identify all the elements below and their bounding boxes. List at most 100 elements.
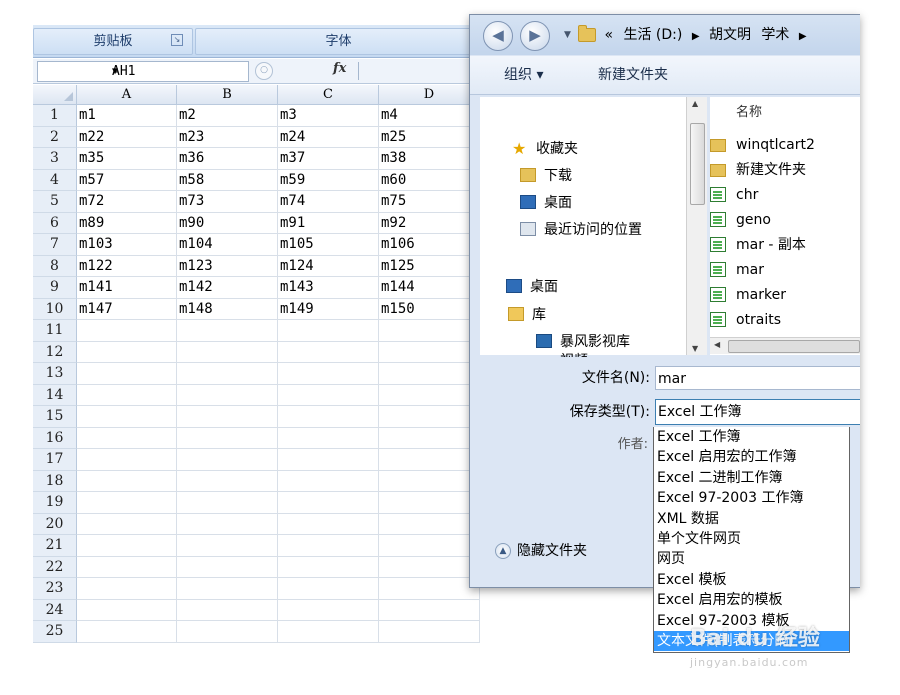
forward-button[interactable]: ▶ [520,21,550,51]
cell[interactable] [278,492,379,514]
select-all-button[interactable] [33,85,77,105]
cell[interactable]: m148 [177,298,278,320]
cell[interactable] [177,621,278,643]
cell[interactable]: m124 [278,255,379,277]
cell[interactable] [177,513,278,535]
file-list-item[interactable]: mar - 副本 [710,233,806,257]
cell[interactable] [177,363,278,385]
cell[interactable]: m4 [379,105,480,127]
navigation-pane[interactable]: ★ 收藏夹 下载 桌面 最近访问的位置 桌面 库 暴风影视库 视频 [480,97,690,357]
row-header[interactable]: 4 [33,169,77,191]
cell[interactable]: m89 [77,212,177,234]
cell[interactable] [278,427,379,449]
row-header[interactable]: 20 [33,513,77,535]
row-header[interactable]: 11 [33,320,77,342]
cell[interactable] [77,406,177,428]
cell[interactable]: m59 [278,169,379,191]
save-type-option[interactable]: XML 数据 [654,509,849,529]
cell[interactable]: m2 [177,105,278,127]
cell[interactable]: m73 [177,191,278,213]
cell[interactable]: m92 [379,212,480,234]
row-header[interactable]: 25 [33,621,77,643]
chevron-down-icon[interactable]: ▼ [564,30,571,40]
row-header[interactable]: 16 [33,427,77,449]
cell[interactable] [77,492,177,514]
nav-item-downloads[interactable]: 下载 [520,164,572,188]
cell[interactable] [278,363,379,385]
dialog-launcher-icon[interactable]: ↘ [171,34,183,46]
cell[interactable] [278,599,379,621]
nav-item-desktop[interactable]: 桌面 [506,275,558,299]
cell[interactable]: m141 [77,277,177,299]
cell[interactable]: m90 [177,212,278,234]
row-header[interactable]: 22 [33,556,77,578]
cell[interactable] [379,341,480,363]
cell[interactable] [379,320,480,342]
save-type-option[interactable]: Excel 模板 [654,570,849,590]
save-type-option[interactable]: 网页 [654,549,849,569]
nav-item-video[interactable]: 视频 [560,349,588,357]
save-type-option[interactable]: Excel 工作簿 [654,427,849,447]
row-header[interactable]: 15 [33,406,77,428]
file-list[interactable]: 名称 winqtlcart2 新建文件夹 chr geno mar - 副本 mar mar… [710,97,860,355]
cell[interactable] [77,513,177,535]
row-header[interactable]: 14 [33,384,77,406]
clipboard-group[interactable]: 剪贴板 [33,28,193,55]
cell[interactable] [177,535,278,557]
breadcrumb[interactable]: « 生活 (D:) ▶ 胡文明 学术 ▶ [578,21,860,49]
cell[interactable]: m35 [77,148,177,170]
name-box[interactable]: AH1 ▼ [37,61,249,82]
cell[interactable]: m91 [278,212,379,234]
cell[interactable] [278,578,379,600]
scroll-down-icon[interactable]: ▼ [692,344,698,353]
row-header[interactable]: 19 [33,492,77,514]
row-header[interactable]: 8 [33,255,77,277]
cell[interactable]: m104 [177,234,278,256]
cell[interactable] [177,320,278,342]
cell[interactable] [379,406,480,428]
cell[interactable] [278,384,379,406]
cell[interactable] [77,363,177,385]
breadcrumb-folder-2[interactable]: 学术 [761,27,789,43]
cell[interactable] [379,556,480,578]
file-list-item[interactable]: chr [710,183,758,207]
font-group[interactable]: 字体 [195,28,480,55]
cell[interactable]: m57 [77,169,177,191]
row-header[interactable]: 24 [33,599,77,621]
cell[interactable]: m125 [379,255,480,277]
cell[interactable]: m1 [77,105,177,127]
cell[interactable] [278,556,379,578]
file-list-item[interactable]: marker [710,283,786,307]
cell[interactable]: m74 [278,191,379,213]
file-list-item[interactable]: winqtlcart2 [710,133,815,157]
cell[interactable] [379,578,480,600]
scroll-thumb[interactable] [728,340,860,353]
cell[interactable] [379,470,480,492]
save-type-option[interactable]: Excel 启用宏的模板 [654,590,849,610]
column-header[interactable]: C [278,85,379,105]
cell[interactable] [379,599,480,621]
cell[interactable] [177,599,278,621]
cell[interactable] [77,470,177,492]
cell[interactable] [77,427,177,449]
cell[interactable] [177,492,278,514]
back-button[interactable]: ◀ [483,21,513,51]
file-list-item[interactable]: 新建文件夹 [710,158,806,182]
cell[interactable] [77,621,177,643]
cell[interactable]: m123 [177,255,278,277]
cell[interactable] [177,578,278,600]
cell[interactable] [77,535,177,557]
breadcrumb-drive[interactable]: 生活 (D:) [623,27,682,43]
row-header[interactable]: 23 [33,578,77,600]
save-type-select[interactable]: Excel 工作簿 [655,399,860,425]
filename-field[interactable]: mar [655,366,860,390]
cell[interactable] [77,449,177,471]
column-header[interactable]: B [177,85,278,105]
scroll-thumb[interactable] [690,123,705,205]
cell[interactable]: m22 [77,126,177,148]
nav-item-recent[interactable]: 最近访问的位置 [520,218,642,242]
file-list-scrollbar[interactable]: ◀ [710,337,860,354]
row-header[interactable]: 21 [33,535,77,557]
cell[interactable]: m25 [379,126,480,148]
cell[interactable] [379,449,480,471]
